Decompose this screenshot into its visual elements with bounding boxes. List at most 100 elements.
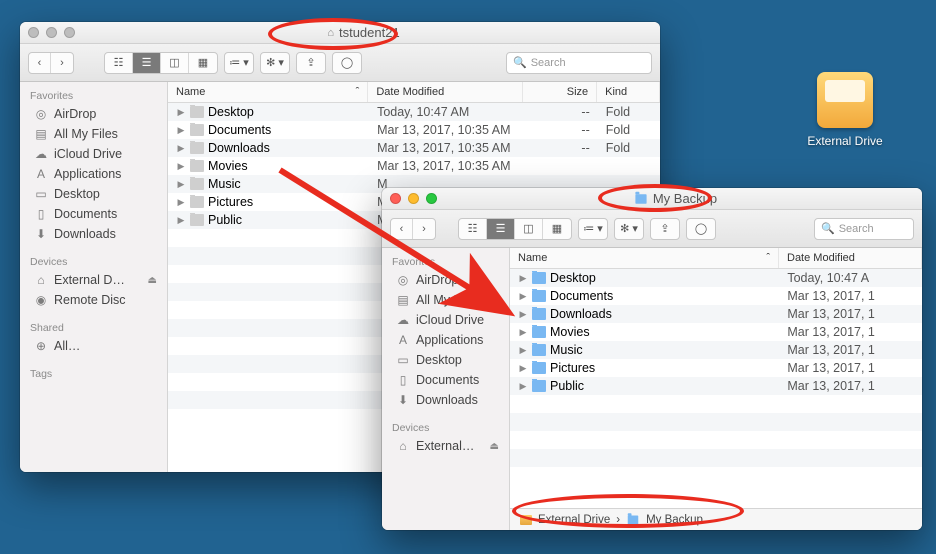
column-headers[interactable]: Nameˆ Date Modified: [510, 248, 922, 269]
zoom-icon[interactable]: [64, 27, 75, 38]
path-drive[interactable]: External Drive: [538, 514, 610, 526]
column-header-name[interactable]: Nameˆ: [510, 248, 779, 268]
column-header-date[interactable]: Date Modified: [368, 82, 523, 102]
coverflow-view-button[interactable]: ▦: [543, 219, 571, 239]
share-button[interactable]: ⇪: [296, 52, 326, 74]
sidebar-item[interactable]: ☁iCloud Drive: [382, 310, 509, 330]
action-button[interactable]: ✻ ▾: [614, 218, 644, 240]
forward-button[interactable]: ›: [413, 219, 435, 239]
folder-icon: [190, 214, 204, 226]
table-row[interactable]: ▶DesktopToday, 10:47 AM--Fold: [168, 103, 660, 121]
sidebar-item[interactable]: ◉Remote Disc: [20, 290, 167, 310]
sidebar-item-icon: ☁: [396, 313, 410, 327]
column-view-button[interactable]: ◫: [161, 53, 189, 73]
table-row[interactable]: ▶PicturesMar 13, 2017, 1: [510, 359, 922, 377]
icon-view-button[interactable]: ☷: [459, 219, 487, 239]
tags-button[interactable]: ◯: [686, 218, 716, 240]
disclosure-triangle-icon[interactable]: ▶: [176, 107, 186, 118]
disclosure-triangle-icon[interactable]: ▶: [176, 197, 186, 208]
table-row[interactable]: ▶DocumentsMar 13, 2017, 10:35 AM--Fold: [168, 121, 660, 139]
search-input[interactable]: 🔍 Search: [814, 218, 914, 240]
column-view-button[interactable]: ◫: [515, 219, 543, 239]
share-button[interactable]: ⇪: [650, 218, 680, 240]
minimize-icon[interactable]: [408, 193, 419, 204]
disclosure-triangle-icon[interactable]: ▶: [176, 125, 186, 136]
column-header-date[interactable]: Date Modified: [779, 248, 922, 268]
close-icon[interactable]: [28, 27, 39, 38]
table-row[interactable]: ▶DownloadsMar 13, 2017, 1: [510, 305, 922, 323]
titlebar[interactable]: ⌂ tstudent21: [20, 22, 660, 44]
sidebar-item-icon: ▭: [34, 187, 48, 201]
table-row: [510, 413, 922, 431]
window-title: ⌂ tstudent21: [75, 25, 652, 40]
disclosure-triangle-icon[interactable]: ▶: [518, 309, 528, 320]
column-header-kind[interactable]: Kind: [597, 82, 660, 102]
disclosure-triangle-icon[interactable]: ▶: [518, 291, 528, 302]
disclosure-triangle-icon[interactable]: ▶: [518, 327, 528, 338]
sidebar-item[interactable]: ▤All My Files: [382, 290, 509, 310]
window-title: My Backup: [437, 191, 914, 206]
sidebar-item[interactable]: ☁iCloud Drive: [20, 144, 167, 164]
sidebar-item[interactable]: ⌂External D…⏏: [20, 270, 167, 290]
disclosure-triangle-icon[interactable]: ▶: [176, 161, 186, 172]
disclosure-triangle-icon[interactable]: ▶: [518, 381, 528, 392]
back-button[interactable]: ‹: [29, 53, 51, 73]
table-row[interactable]: ▶DesktopToday, 10:47 A: [510, 269, 922, 287]
column-header-name[interactable]: Nameˆ: [168, 82, 368, 102]
close-icon[interactable]: [390, 193, 401, 204]
sidebar-item[interactable]: ▭Desktop: [382, 350, 509, 370]
path-bar[interactable]: External Drive › My Backup: [510, 508, 922, 530]
file-date: Mar 13, 2017, 10:35 AM: [369, 123, 524, 137]
table-row[interactable]: ▶PublicMar 13, 2017, 1: [510, 377, 922, 395]
list-view-button[interactable]: ☰: [133, 53, 161, 73]
forward-button[interactable]: ›: [51, 53, 73, 73]
search-placeholder: Search: [531, 57, 566, 69]
sidebar-item[interactable]: ⬇Downloads: [382, 390, 509, 410]
eject-icon[interactable]: ⏏: [148, 275, 157, 286]
toolbar: ‹ › ☷ ☰ ◫ ▦ ≔ ▾ ✻ ▾ ⇪ ◯ 🔍 Search: [382, 210, 922, 248]
disclosure-triangle-icon[interactable]: ▶: [176, 215, 186, 226]
minimize-icon[interactable]: [46, 27, 57, 38]
arrange-button[interactable]: ≔ ▾: [224, 52, 254, 74]
list-view-button[interactable]: ☰: [487, 219, 515, 239]
zoom-icon[interactable]: [426, 193, 437, 204]
eject-icon[interactable]: ⏏: [490, 441, 499, 452]
sidebar-item[interactable]: ▭Desktop: [20, 184, 167, 204]
finder-window-backup[interactable]: My Backup ‹ › ☷ ☰ ◫ ▦ ≔ ▾ ✻ ▾ ⇪ ◯ 🔍 Sear…: [382, 188, 922, 530]
sidebar-item[interactable]: ▯Documents: [382, 370, 509, 390]
tags-button[interactable]: ◯: [332, 52, 362, 74]
desktop-drive-external[interactable]: External Drive: [800, 72, 890, 148]
search-input[interactable]: 🔍 Search: [506, 52, 652, 74]
sidebar-item[interactable]: ⊕All…: [20, 336, 167, 356]
table-row[interactable]: ▶MoviesMar 13, 2017, 10:35 AM: [168, 157, 660, 175]
column-header-size[interactable]: Size: [523, 82, 597, 102]
sidebar-item[interactable]: ◎AirDrop: [382, 270, 509, 290]
action-button[interactable]: ✻ ▾: [260, 52, 290, 74]
table-row[interactable]: ▶MoviesMar 13, 2017, 1: [510, 323, 922, 341]
disclosure-triangle-icon[interactable]: ▶: [518, 363, 528, 374]
back-button[interactable]: ‹: [391, 219, 413, 239]
disclosure-triangle-icon[interactable]: ▶: [176, 143, 186, 154]
table-row[interactable]: ▶DownloadsMar 13, 2017, 10:35 AM--Fold: [168, 139, 660, 157]
sidebar-item[interactable]: ▤All My Files: [20, 124, 167, 144]
file-name: Downloads: [550, 307, 612, 321]
column-headers[interactable]: Nameˆ Date Modified Size Kind: [168, 82, 660, 103]
sidebar-item[interactable]: AApplications: [20, 164, 167, 184]
titlebar[interactable]: My Backup: [382, 188, 922, 210]
table-row[interactable]: ▶DocumentsMar 13, 2017, 1: [510, 287, 922, 305]
sidebar-item[interactable]: ⌂External…⏏: [382, 436, 509, 456]
arrange-button[interactable]: ≔ ▾: [578, 218, 608, 240]
table-row: [510, 449, 922, 467]
disclosure-triangle-icon[interactable]: ▶: [176, 179, 186, 190]
sidebar-item[interactable]: ⬇Downloads: [20, 224, 167, 244]
table-row[interactable]: ▶MusicMar 13, 2017, 1: [510, 341, 922, 359]
file-date: Today, 10:47 AM: [369, 105, 524, 119]
path-folder[interactable]: My Backup: [646, 514, 703, 526]
icon-view-button[interactable]: ☷: [105, 53, 133, 73]
sidebar-item[interactable]: ▯Documents: [20, 204, 167, 224]
disclosure-triangle-icon[interactable]: ▶: [518, 345, 528, 356]
sidebar-item[interactable]: AApplications: [382, 330, 509, 350]
coverflow-view-button[interactable]: ▦: [189, 53, 217, 73]
disclosure-triangle-icon[interactable]: ▶: [518, 273, 528, 284]
sidebar-item[interactable]: ◎AirDrop: [20, 104, 167, 124]
